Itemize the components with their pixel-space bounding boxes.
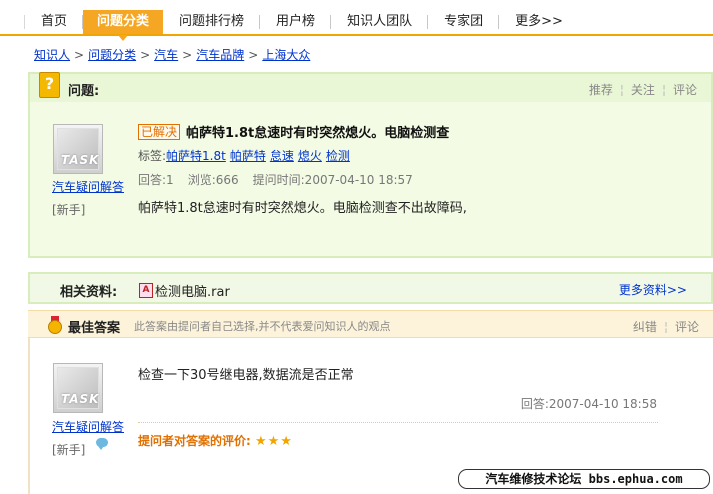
best-answer-note: 此答案由提问者自己选择,并不代表爱问知识人的观点: [134, 320, 391, 333]
nav-item-experts[interactable]: 专家团: [428, 10, 500, 34]
answer-text: 检查一下30号继电器,数据流是否正常: [138, 368, 354, 383]
breadcrumb-link[interactable]: 问题分类: [88, 48, 136, 62]
answer-date: 回答:2007-04-10 18:58: [520, 397, 657, 411]
follow-link[interactable]: 关注: [631, 83, 655, 97]
best-answer-title: 最佳答案: [68, 321, 121, 336]
action-divider: ¦: [661, 83, 666, 97]
answer-divider: [138, 422, 658, 423]
avatar-text: TASK: [61, 153, 100, 167]
breadcrumb-separator: >: [182, 48, 193, 62]
breadcrumb-link[interactable]: 汽车: [154, 48, 178, 62]
nav-lead-divider: [0, 15, 25, 29]
nav-item-home[interactable]: 首页: [25, 10, 84, 34]
avatar-text: TASK: [61, 392, 100, 406]
attachment-name: 检测电脑.rar: [155, 285, 230, 300]
question-actions: 推荐 ¦ 关注 ¦ 评论: [589, 81, 697, 98]
related-materials-bar: 相关资料: A 检测电脑.rar 更多资料>>: [28, 272, 713, 304]
breadcrumb-link[interactable]: 汽车品牌: [196, 48, 244, 62]
rar-file-icon: A: [139, 283, 153, 298]
forum-watermark: 汽车维修技术论坛 bbs.ephua.com: [458, 469, 710, 489]
more-materials-link[interactable]: 更多资料>>: [619, 281, 687, 298]
breadcrumb-separator: >: [248, 48, 259, 62]
breadcrumb: 知识人 > 问题分类 > 汽车 > 汽车品牌 > 上海大众: [34, 46, 310, 63]
correct-error-link[interactable]: 纠错: [633, 320, 657, 334]
tag-link[interactable]: 帕萨特: [230, 149, 266, 163]
breadcrumb-link[interactable]: 知识人: [34, 48, 70, 62]
breadcrumb-separator: >: [140, 48, 151, 62]
breadcrumb-separator: >: [74, 48, 85, 62]
tag-link[interactable]: 检测: [326, 149, 350, 163]
related-label: 相关资料:: [60, 285, 118, 300]
action-divider: ¦: [663, 320, 668, 334]
recommend-link[interactable]: 推荐: [589, 83, 613, 97]
top-nav: 首页 问题分类 问题排行榜 用户榜 知识人团队 专家团 更多>>: [0, 10, 713, 41]
asker-avatar[interactable]: TASK: [53, 124, 103, 174]
breadcrumb-link[interactable]: 上海大众: [262, 48, 310, 62]
tag-link[interactable]: 帕萨特1.8t: [166, 149, 226, 163]
tags-label: 标签:: [138, 149, 167, 163]
asker-rating: 提问者对答案的评价: ★★★: [138, 432, 293, 449]
status-badge: 已解决: [138, 123, 181, 140]
question-title: 帕萨特1.8t怠速时有时突然熄火。电脑检测查: [186, 126, 450, 141]
tag-list: 标签:帕萨特1.8t 帕萨特 怠速 熄火 检测: [138, 147, 698, 164]
question-mark-icon: ?: [39, 72, 60, 98]
asker-name-link[interactable]: 汽车疑问解答: [52, 178, 124, 195]
question-meta: 回答:1 浏览:666 提问时间:2007-04-10 18:57: [138, 171, 698, 188]
best-answer-header: 最佳答案 此答案由提问者自己选择,并不代表爱问知识人的观点 纠错 ¦ 评论: [28, 310, 713, 338]
comment-link[interactable]: 评论: [675, 320, 699, 334]
answer-count: 回答:1: [138, 173, 174, 187]
question-description: 帕萨特1.8t怠速时有时突然熄火。电脑检测查不出故障码,: [138, 201, 467, 216]
rating-stars-icon: ★★★: [255, 434, 293, 449]
best-answer-actions: 纠错 ¦ 评论: [633, 318, 699, 335]
answerer-rank: [新手]: [52, 443, 86, 457]
nav-item-users[interactable]: 用户榜: [260, 10, 332, 34]
ask-time: 提问时间:2007-04-10 18:57: [252, 173, 413, 187]
rating-label: 提问者对答案的评价:: [138, 434, 251, 448]
message-bubble-icon[interactable]: [96, 438, 108, 450]
answerer-name-link[interactable]: 汽车疑问解答: [52, 418, 124, 435]
answerer-avatar[interactable]: TASK: [53, 363, 103, 413]
tag-link[interactable]: 怠速: [270, 149, 294, 163]
medal-icon: [48, 316, 62, 334]
question-header-title: 问题:: [68, 84, 100, 99]
question-header: ? 问题: 推荐 ¦ 关注 ¦ 评论: [30, 72, 711, 102]
question-body: 已解决 帕萨特1.8t怠速时有时突然熄火。电脑检测查 标签:帕萨特1.8t 帕萨特…: [138, 122, 698, 216]
nav-item-teams[interactable]: 知识人团队: [331, 10, 429, 34]
nav-item-categories[interactable]: 问题分类: [83, 10, 164, 41]
action-divider: ¦: [619, 83, 624, 97]
comment-link[interactable]: 评论: [673, 83, 697, 97]
nav-item-ranking[interactable]: 问题排行榜: [163, 10, 261, 34]
asker-rank: [新手]: [52, 203, 86, 217]
nav-item-more[interactable]: 更多>>: [499, 10, 579, 34]
attachment-link[interactable]: A 检测电脑.rar: [139, 281, 230, 300]
question-panel: ? 问题: 推荐 ¦ 关注 ¦ 评论 TASK 汽车疑问解答 [新手] 已解决 帕萨特1…: [28, 72, 713, 258]
view-count: 浏览:666: [187, 173, 239, 187]
tag-link[interactable]: 熄火: [298, 149, 322, 163]
